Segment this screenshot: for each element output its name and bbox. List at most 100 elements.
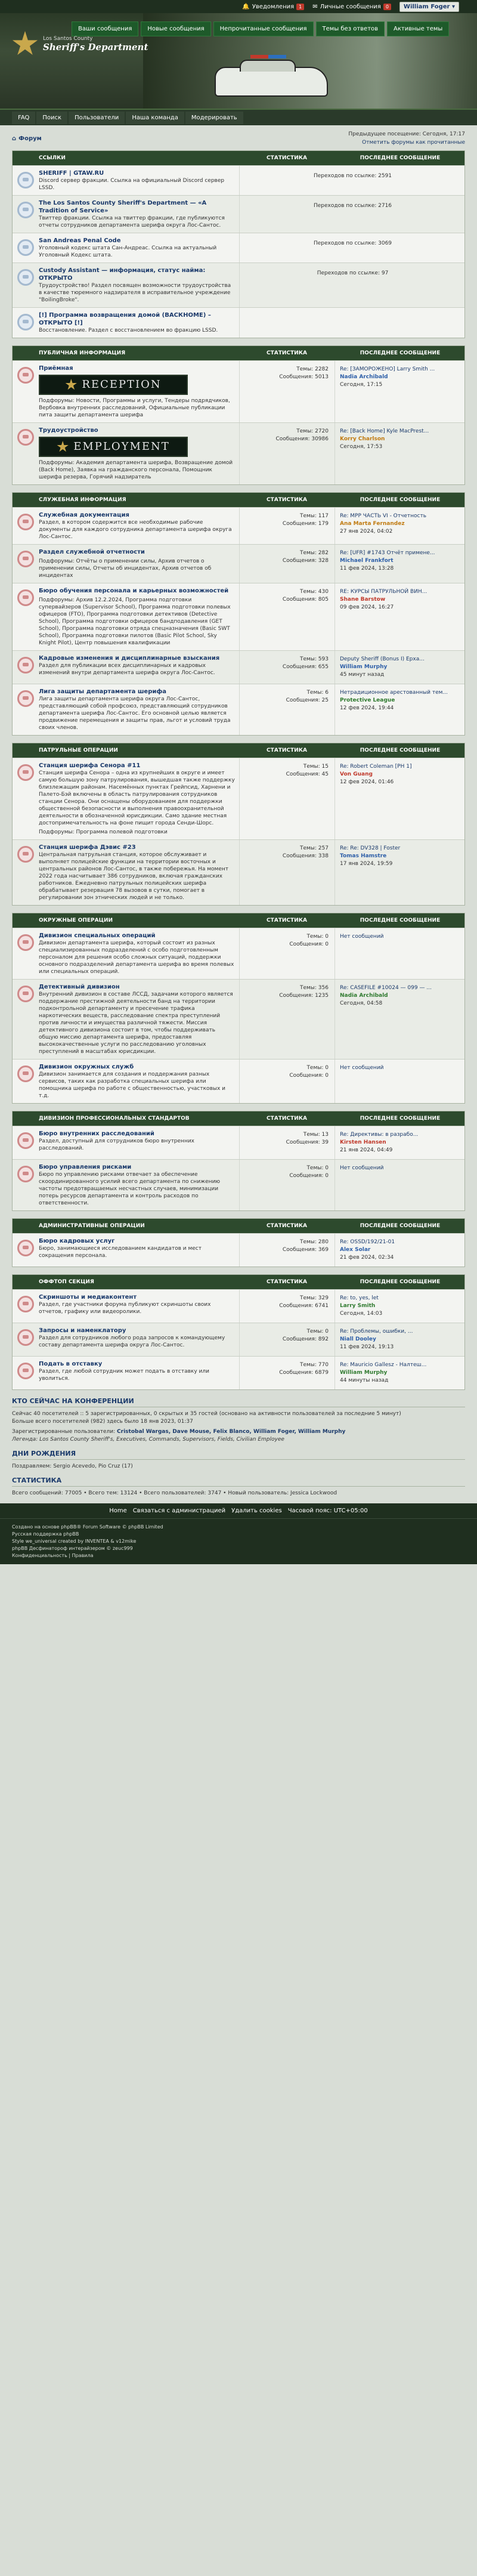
category-header: ДИВИЗИОН ПРОФЕССИОНАЛЬНЫХ СТАНДАРТОВ СТАТ… <box>13 1111 464 1126</box>
forum-title[interactable]: Custody Assistant — информация, статус н… <box>39 267 236 282</box>
last-post-column-header: ПОСЛЕДНЕЕ СООБЩЕНИЕ <box>360 918 441 923</box>
category-title[interactable]: ПУБЛИЧНАЯ ИНФОРМАЦИЯ <box>13 350 239 356</box>
unanswered-button[interactable]: Темы без ответов <box>315 21 385 36</box>
forum-title[interactable]: Лига защиты департамента шерифа <box>39 688 236 696</box>
last-post-title[interactable]: Re: [ЗАМОРОЖЕНО] Larry Smith ... <box>340 366 461 373</box>
last-post-title[interactable]: Re: [UFR] #1743 Отчёт примене... <box>340 549 461 557</box>
forum-title[interactable]: Станция шерифа Сенора #11 <box>39 762 236 770</box>
forum-description: Восстановление. Раздел с восстановлением… <box>39 328 218 333</box>
last-post-title[interactable]: Нет сообщений <box>340 1165 461 1172</box>
birthdays-title: ДНИ РОЖДЕНИЯ <box>12 1450 465 1460</box>
last-post-author[interactable]: Kirsten Hansen <box>340 1139 461 1147</box>
last-post-title[interactable]: Нет сообщений <box>340 933 461 941</box>
forum-title[interactable]: SHERIFF | GTAW.RU <box>39 169 236 177</box>
breadcrumb[interactable]: ⌂ Форум <box>12 130 42 147</box>
last-post-title[interactable]: Re: Директивы: в разрабо... <box>340 1131 461 1139</box>
forum-title[interactable]: Раздел служебной отчетности <box>39 548 236 556</box>
forum-stats: Темы: 593 Сообщения: 655 <box>239 651 334 684</box>
last-post-author[interactable]: Alex Solar <box>340 1246 461 1254</box>
footer-home-link[interactable]: Home <box>109 1508 127 1514</box>
subforums-list[interactable]: Подфорумы: Отчёты о применении силы, Арх… <box>39 558 236 579</box>
last-post-author[interactable]: Nadia Archibald <box>340 373 461 381</box>
last-post-title[interactable]: Deputy Sheriff (Bonus I) Ерха... <box>340 656 461 663</box>
privacy-terms-links[interactable]: Конфиденциальность | Правила <box>12 1552 465 1559</box>
last-post-author[interactable]: William Murphy <box>340 663 461 671</box>
forum-title[interactable]: Детективный дивизион <box>39 983 236 991</box>
last-post-title[interactable]: Re: Mauricio Gallesz - Налтеш... <box>340 1361 461 1369</box>
messages-link[interactable]: ✉ Личные сообщения 0 <box>312 3 391 10</box>
messages-count: 0 <box>383 3 391 10</box>
last-post-title[interactable]: Нет сообщений <box>340 1064 461 1072</box>
posts-count: Сообщения: 45 <box>286 771 329 777</box>
last-post-date: 09 фев 2024, 16:27 <box>340 604 394 610</box>
last-post-title[interactable]: RE: КУРСЫ ПАТРУЛЬНОЙ ВИН... <box>340 588 461 596</box>
category-title[interactable]: ОФФТОП СЕКЦИЯ <box>13 1279 239 1285</box>
forum-title[interactable]: Приёмная <box>39 365 236 372</box>
category-title[interactable]: ДИВИЗИОН ПРОФЕССИОНАЛЬНЫХ СТАНДАРТОВ <box>13 1116 239 1122</box>
forum-title[interactable]: Трудоустройство <box>39 427 236 434</box>
last-post-author[interactable]: Ana Marta Fernandez <box>340 520 461 528</box>
last-post-author[interactable]: Larry Smith <box>340 1302 461 1310</box>
unread-posts-button[interactable]: Непрочитанные сообщения <box>213 21 314 36</box>
footer-contact-link[interactable]: Связаться с администрацией <box>133 1508 225 1514</box>
last-post-author[interactable]: Tomas Hamstre <box>340 853 461 860</box>
nav-members[interactable]: Пользователи <box>69 111 125 124</box>
active-topics-button[interactable]: Активные темы <box>387 21 450 36</box>
forum-title[interactable]: Станция шерифа Дэвис #23 <box>39 844 236 851</box>
forum-title[interactable]: San Andreas Penal Code <box>39 237 236 245</box>
forum-title[interactable]: Подать в отставку <box>39 1360 236 1368</box>
last-post-author[interactable]: Von Guang <box>340 771 461 779</box>
last-post-title[interactable]: Re: OSSD/192/21-01 <box>340 1238 461 1246</box>
last-post-title[interactable]: Нетрадиционное арестованный тем... <box>340 689 461 697</box>
footer-cookies-link[interactable]: Удалить cookies <box>231 1508 282 1514</box>
new-posts-button[interactable]: Новые сообщения <box>141 21 211 36</box>
nav-moderate[interactable]: Модерировать <box>185 111 243 124</box>
last-post-author[interactable]: Michael Frankfort <box>340 557 461 565</box>
last-post-title[interactable]: Re: Robert Coleman [PH 1] <box>340 763 461 771</box>
forum-title[interactable]: Запросы и наменклатору <box>39 1327 236 1335</box>
category-title[interactable]: АДМИНИСТРАТИВНЫЕ ОПЕРАЦИИ <box>13 1223 239 1229</box>
last-post-title[interactable]: Re: CASEFILE #10024 — 099 — ... <box>340 984 461 992</box>
last-post-author[interactable]: Korry Charlson <box>340 435 461 443</box>
subforums-list[interactable]: Подфорумы: Новости, Программы и услуги, … <box>39 397 236 419</box>
subforums-list[interactable]: Подфорумы: Академия департамента шерифа,… <box>39 459 236 481</box>
forum-title[interactable]: Дивизион специальных операций <box>39 932 236 940</box>
category-title[interactable]: ОКРУЖНЫЕ ОПЕРАЦИИ <box>13 918 239 923</box>
last-post-title[interactable]: Re: МРР ЧАСТЬ VI - Отчетность <box>340 512 461 520</box>
forum-title[interactable]: Бюро кадровых услуг <box>39 1237 236 1245</box>
last-post-title[interactable]: Re: Re: DV328 | Foster <box>340 845 461 853</box>
mark-read-link[interactable]: Отметить форумы как прочитанные <box>348 138 465 147</box>
category-title[interactable]: ПАТРУЛЬНЫЕ ОПЕРАЦИИ <box>13 748 239 753</box>
registered-users[interactable]: Cristobal Wargas, Dave Mouse, Felix Blan… <box>117 1429 345 1435</box>
last-post-author[interactable]: Shane Barstow <box>340 596 461 604</box>
last-post-author[interactable]: Niall Dooley <box>340 1336 461 1343</box>
forum-title[interactable]: Бюро внутренних расследований <box>39 1130 236 1138</box>
last-post-title[interactable]: Re: [Back Home] Kyle MacPrest... <box>340 428 461 435</box>
forum-title[interactable]: Дивизион окружных служб <box>39 1063 236 1071</box>
forum-title[interactable]: The Los Santos County Sheriff's Departme… <box>39 199 236 215</box>
posts-count: Сообщения: 655 <box>282 664 329 670</box>
last-post-title[interactable]: Re: to, yes, let <box>340 1295 461 1302</box>
posts-count: Сообщения: 6879 <box>279 1370 329 1376</box>
last-post-author[interactable]: Nadia Archibald <box>340 992 461 1000</box>
category-title[interactable]: ССЫЛКИ <box>13 155 239 161</box>
forum-title[interactable]: [!] Программа возвращения домой (ВАСКНОМ… <box>39 311 236 327</box>
forum-row: Станция шерифа Сенора #11 Станция шерифа … <box>13 758 464 839</box>
forum-title[interactable]: Бюро обучения персонала и карьерных возм… <box>39 587 236 595</box>
forum-title[interactable]: Служебная документация <box>39 511 236 519</box>
nav-faq[interactable]: FAQ <box>12 111 36 124</box>
forum-title[interactable]: Бюро управления рисками <box>39 1163 236 1171</box>
nav-search[interactable]: Поиск <box>36 111 68 124</box>
category-title[interactable]: СЛУЖЕБНАЯ ИНФОРМАЦИЯ <box>13 497 239 503</box>
notifications-link[interactable]: 🔔 Уведомления 1 <box>242 3 305 10</box>
forum-title[interactable]: Скриншоты и медиаконтент <box>39 1293 236 1301</box>
nav-team[interactable]: Наша команда <box>126 111 184 124</box>
last-post-author[interactable]: William Murphy <box>340 1369 461 1377</box>
subforums-list[interactable]: Подфорумы: Программа полевой подготовки <box>39 829 236 836</box>
last-post-author[interactable]: Protective League <box>340 697 461 705</box>
user-menu[interactable]: William Foger ▾ <box>399 1 459 12</box>
site-logo[interactable]: Los Santos County Sheriff's Department <box>12 31 148 57</box>
forum-title[interactable]: Кадровые изменения и дисциплинарные взыс… <box>39 654 236 662</box>
subforums-list[interactable]: Подфорумы: Архив 12.2.2024, Программа по… <box>39 597 236 647</box>
last-post-title[interactable]: Re: Проблемы, ошибки, ... <box>340 1328 461 1336</box>
